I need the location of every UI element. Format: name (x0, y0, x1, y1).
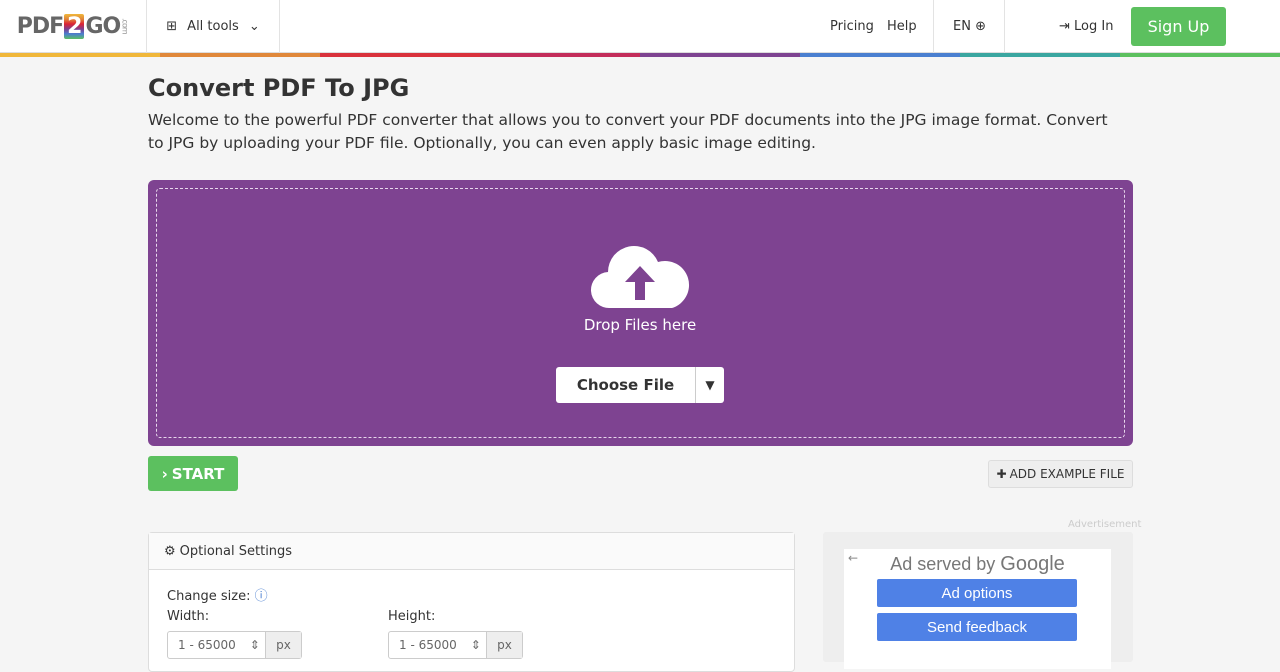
page-title: Convert PDF To JPG (148, 74, 410, 102)
logo-text: PDF (16, 13, 64, 39)
logo-suffix: .com (120, 18, 130, 34)
height-label: Height: (388, 609, 436, 624)
divider (933, 0, 934, 53)
help-link[interactable]: Help (887, 19, 917, 34)
choose-file-button[interactable]: Choose File ▼ (556, 367, 724, 403)
logo-number: 2 (64, 13, 85, 39)
header: PDF 2 GO .com ⊞ All tools ⌄ Pricing Help EN ⊕… (0, 0, 1280, 53)
chevron-down-icon[interactable]: ▼ (696, 367, 724, 403)
width-input[interactable]: 1 - 65000 ⇕ px (167, 631, 302, 659)
optional-settings-panel: ⚙ Optional Settings Change size: ⓘ Width:… (148, 532, 795, 672)
start-label: START (171, 464, 225, 483)
info-icon[interactable]: ⓘ (255, 589, 268, 604)
login-icon: ⇥ (1059, 18, 1070, 34)
choose-file-label[interactable]: Choose File (556, 367, 696, 403)
settings-title: Optional Settings (179, 543, 293, 559)
grid-icon: ⊞ (166, 18, 178, 34)
chevron-down-icon: ⌄ (248, 18, 260, 34)
page-description: Welcome to the powerful PDF converter th… (148, 111, 1108, 152)
ad-container: ← Ad served by Google Ad options Send fe… (823, 532, 1133, 669)
cloud-upload-icon (590, 245, 690, 309)
spinner-icon[interactable]: ⇕ (471, 638, 481, 652)
width-placeholder: 1 - 65000 (178, 638, 236, 652)
add-example-label: ADD EXAMPLE FILE (1009, 467, 1125, 481)
unit-label: px (486, 632, 522, 658)
pdf2go-logo[interactable]: PDF 2 GO .com (0, 0, 147, 53)
gears-icon: ⚙ (164, 543, 176, 559)
ad-options-button[interactable]: Ad options (877, 579, 1077, 607)
color-stripe (0, 53, 1280, 57)
plus-icon: ✚ (996, 467, 1007, 481)
change-size-label: Change size: ⓘ (167, 589, 268, 604)
signup-button[interactable]: Sign Up (1131, 7, 1226, 46)
login-label: Log In (1074, 18, 1114, 34)
logo-text: GO (85, 13, 121, 39)
chevron-right-icon: › (161, 464, 168, 483)
height-input[interactable]: 1 - 65000 ⇕ px (388, 631, 523, 659)
language-selector[interactable]: EN ⊕ (953, 19, 986, 34)
start-button[interactable]: › START (148, 456, 238, 491)
add-example-file-button[interactable]: ✚ ADD EXAMPLE FILE (988, 460, 1133, 488)
file-drop-zone[interactable] (148, 180, 1133, 446)
drop-files-text: Drop Files here (583, 316, 697, 334)
spinner-icon[interactable]: ⇕ (250, 638, 260, 652)
width-label: Width: (167, 609, 210, 624)
all-tools-menu[interactable]: ⊞ All tools ⌄ (147, 0, 280, 53)
advertisement-label: Advertisement (1068, 519, 1142, 530)
ad-served-by: Ad served by Google (890, 553, 1065, 575)
globe-icon: ⊕ (975, 18, 986, 34)
send-feedback-button[interactable]: Send feedback (877, 613, 1077, 641)
login-link[interactable]: ⇥ Log In (1059, 19, 1113, 34)
unit-label: px (265, 632, 301, 658)
all-tools-label: All tools (187, 18, 239, 34)
divider (1004, 0, 1005, 53)
pricing-link[interactable]: Pricing (830, 19, 874, 34)
height-placeholder: 1 - 65000 (399, 638, 457, 652)
language-label: EN (953, 18, 971, 34)
